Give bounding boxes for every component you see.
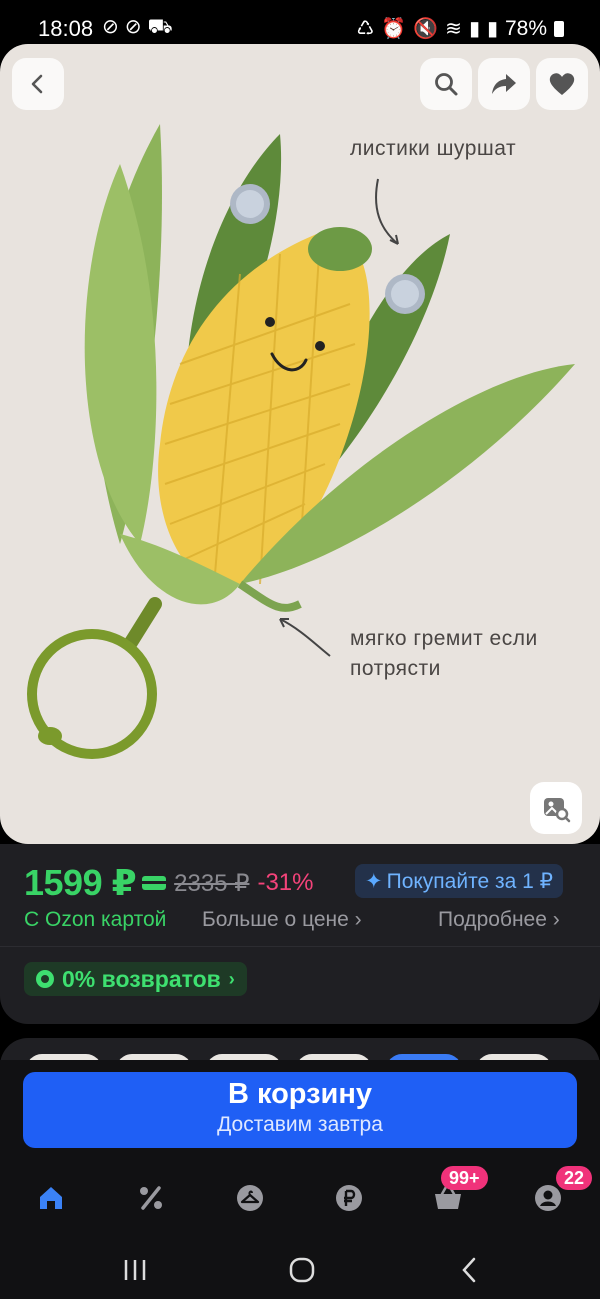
back-nav-button[interactable] bbox=[450, 1250, 490, 1290]
recycle-icon: ♺ bbox=[356, 18, 375, 40]
tab-promotions[interactable] bbox=[131, 1178, 171, 1218]
signal-icon-2: ▮ bbox=[486, 18, 498, 40]
chevron-right-icon: › bbox=[354, 908, 362, 931]
tab-home[interactable] bbox=[31, 1178, 71, 1218]
bottom-tab-bar bbox=[0, 1168, 600, 1228]
notification-app-icon-2: ⊘ bbox=[124, 16, 142, 38]
alarm-icon: ⏰ bbox=[381, 18, 407, 40]
returns-badge[interactable]: 0% возвратов › bbox=[24, 962, 247, 996]
old-price: 2335 ₽ bbox=[174, 869, 250, 897]
sparkle-icon: ✦ bbox=[365, 869, 383, 893]
delivery-label: Доставим завтра bbox=[217, 1113, 383, 1136]
image-search-icon bbox=[544, 798, 571, 823]
heart-icon bbox=[549, 73, 575, 95]
ozon-card-icon bbox=[142, 876, 167, 890]
back-button[interactable] bbox=[12, 58, 64, 110]
signal-icon: ▮ bbox=[468, 18, 480, 40]
more-about-price-link[interactable]: Больше о цене › bbox=[202, 908, 362, 932]
chevron-left-icon bbox=[462, 1257, 476, 1283]
current-price: 1599 ₽ bbox=[24, 862, 137, 903]
tab-fresh[interactable] bbox=[230, 1178, 270, 1218]
chevron-right-icon: › bbox=[228, 968, 235, 989]
status-time: 18:08 bbox=[38, 16, 94, 41]
more-about-price-label: Больше о цене bbox=[202, 908, 349, 931]
product-image-card[interactable]: листики шуршат мягко гремит если потряст… bbox=[0, 44, 600, 844]
price-row: 1599 ₽ 2335 ₽ -31% bbox=[24, 862, 314, 904]
price-block: 1599 ₽ 2335 ₽ -31% ✦ Покупайте за 1 ₽ С … bbox=[0, 844, 600, 1024]
product-photo bbox=[27, 124, 575, 759]
divider bbox=[0, 946, 600, 947]
details-label: Подробнее bbox=[438, 908, 547, 931]
stroller-icon: ⛟ bbox=[147, 16, 173, 38]
notification-app-icon: ⊘ bbox=[102, 16, 119, 38]
chevron-right-icon: › bbox=[552, 908, 560, 931]
annotation-leaves: листики шуршат bbox=[350, 137, 517, 160]
wifi-icon: ≋ bbox=[445, 18, 462, 40]
hanger-icon bbox=[237, 1185, 263, 1211]
recent-apps-button[interactable] bbox=[115, 1250, 155, 1290]
share-arrow-icon bbox=[492, 74, 516, 94]
home-nav-button[interactable] bbox=[282, 1250, 322, 1290]
home-icon bbox=[40, 1187, 62, 1209]
returns-icon bbox=[36, 970, 54, 988]
status-notification-icons: ⊘ ⊘ ⛟ bbox=[102, 16, 173, 38]
battery-percent: 78% bbox=[504, 16, 547, 40]
promo-label: Покупайте за 1 ₽ bbox=[386, 869, 553, 893]
recent-apps-icon bbox=[124, 1260, 146, 1280]
status-right-icons: ♺ ⏰ 🔇 ≋ ▮ ▮ 78% bbox=[356, 16, 564, 41]
favorite-button[interactable] bbox=[536, 58, 588, 110]
annotation-rattle: мягко гремит если потрясти bbox=[350, 627, 538, 680]
cart-count-badge: 99+ bbox=[441, 1166, 488, 1190]
discount-percent: -31% bbox=[257, 869, 314, 896]
percent-icon bbox=[140, 1186, 162, 1210]
visual-search-button[interactable] bbox=[530, 782, 582, 834]
returns-label: 0% возвратов bbox=[62, 965, 221, 992]
tab-finance[interactable] bbox=[329, 1178, 369, 1218]
search-icon bbox=[435, 73, 458, 96]
profile-count-badge: 22 bbox=[556, 1166, 593, 1190]
chevron-left-icon bbox=[31, 74, 43, 94]
add-to-cart-label: В корзину bbox=[227, 1078, 373, 1110]
battery-icon bbox=[554, 20, 564, 37]
search-button[interactable] bbox=[420, 58, 472, 110]
system-nav-bar bbox=[0, 1230, 600, 1299]
details-link[interactable]: Подробнее › bbox=[438, 908, 560, 932]
profile-icon bbox=[535, 1185, 561, 1211]
share-button[interactable] bbox=[478, 58, 530, 110]
buy-for-1-rub-badge[interactable]: ✦ Покупайте за 1 ₽ bbox=[355, 864, 563, 898]
mute-icon: 🔇 bbox=[413, 18, 439, 40]
ozon-card-label: С Ozon картой bbox=[24, 908, 167, 931]
ruble-icon bbox=[336, 1185, 362, 1211]
add-to-cart-button[interactable]: В корзину Доставим завтра bbox=[23, 1072, 577, 1148]
home-circle-icon bbox=[289, 1257, 315, 1283]
